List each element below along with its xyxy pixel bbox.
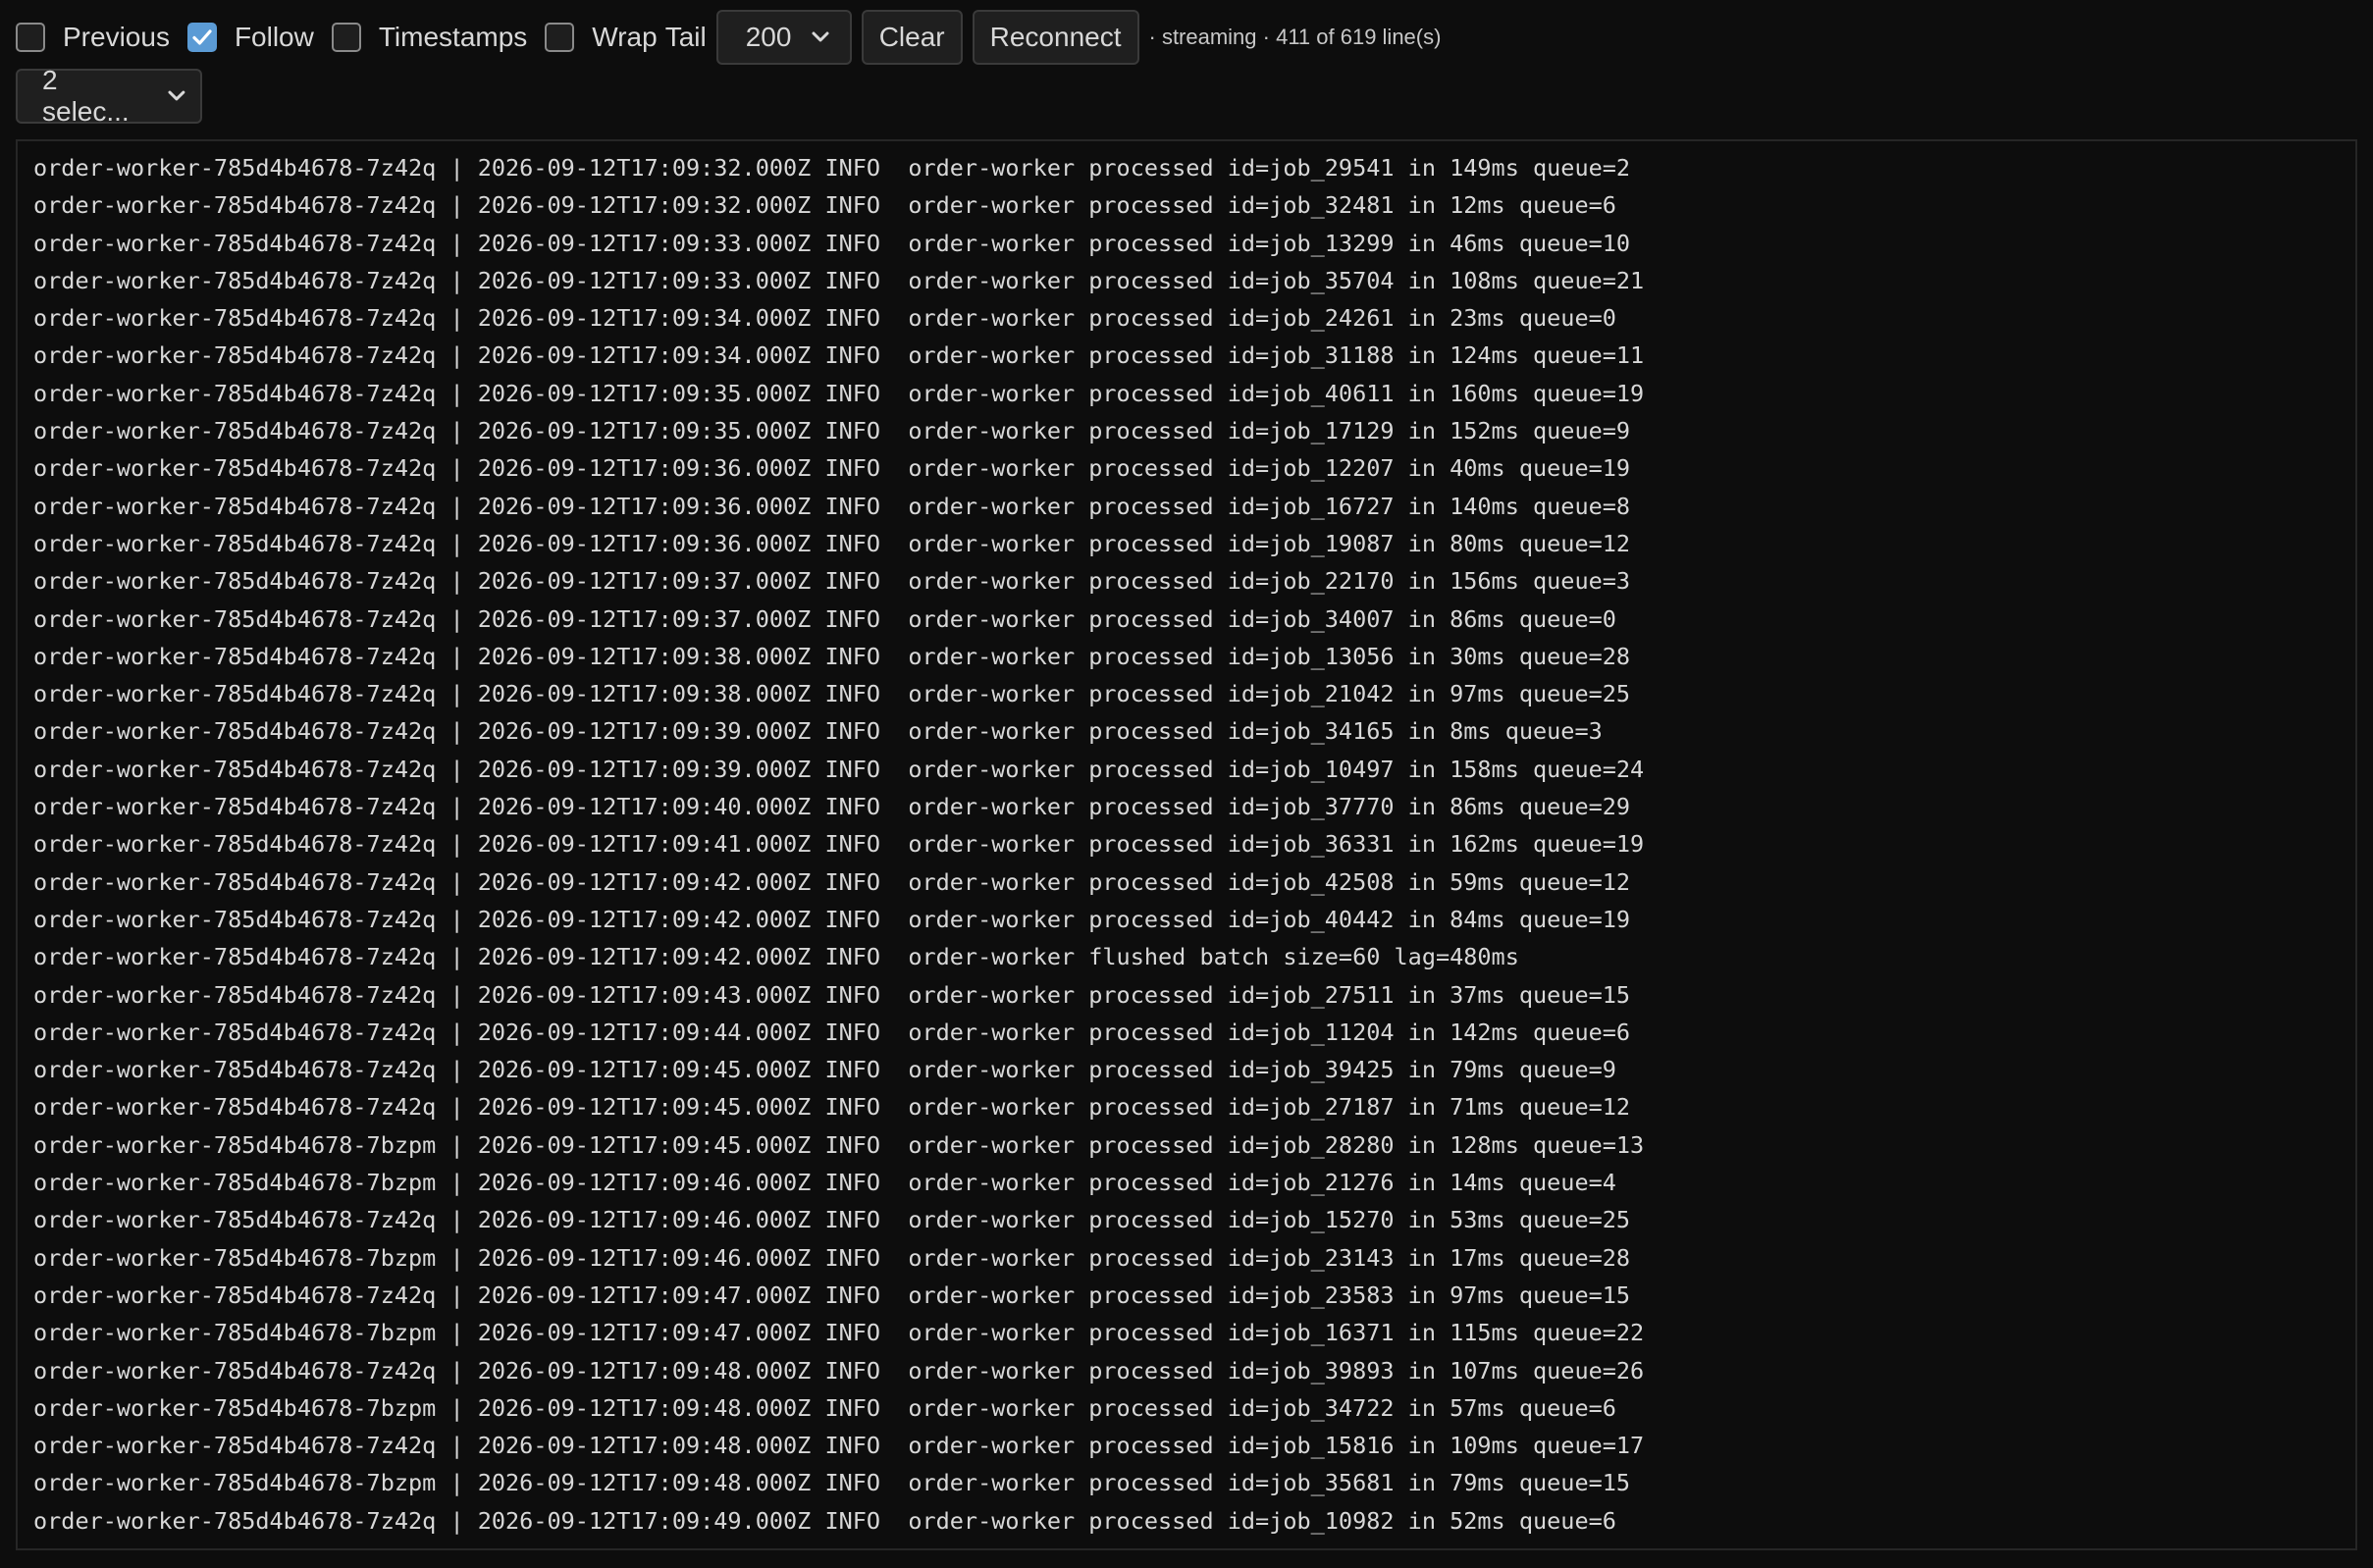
previous-label: Previous [63, 22, 170, 52]
log-toolbar: Previous Follow Timestamps Wrap Tail 200… [16, 8, 1441, 67]
wrap-label: Wrap [592, 22, 658, 52]
timestamps-checkbox[interactable] [331, 23, 361, 52]
log-line: order-worker-785d4b4678-7z42q | 2026-09-… [33, 529, 1631, 557]
log-line: order-worker-785d4b4678-7bzpm | 2026-09-… [33, 1393, 1616, 1422]
log-line: order-worker-785d4b4678-7z42q | 2026-09-… [33, 154, 1631, 182]
log-line: order-worker-785d4b4678-7z42q | 2026-09-… [33, 454, 1631, 483]
follow-label: Follow [234, 22, 314, 52]
log-line: order-worker-785d4b4678-7bzpm | 2026-09-… [33, 1319, 1645, 1347]
container-select[interactable]: 2 selec... [16, 65, 202, 127]
log-line: order-worker-785d4b4678-7z42q | 2026-09-… [33, 191, 1616, 220]
log-line: order-worker-785d4b4678-7z42q | 2026-09-… [33, 341, 1645, 370]
log-line: order-worker-785d4b4678-7z42q | 2026-09-… [33, 229, 1631, 257]
stream-status: · streaming · 411 of 619 line(s) [1148, 25, 1442, 49]
log-output[interactable]: order-worker-785d4b4678-7z42q | 2026-09-… [16, 139, 2357, 1550]
log-line: order-worker-785d4b4678-7bzpm | 2026-09-… [33, 1169, 1616, 1197]
clear-button[interactable]: Clear [861, 10, 963, 65]
log-line: order-worker-785d4b4678-7z42q | 2026-09-… [33, 793, 1631, 821]
log-line: order-worker-785d4b4678-7z42q | 2026-09-… [33, 755, 1645, 783]
tail-label: Tail [664, 22, 707, 52]
log-line: order-worker-785d4b4678-7z42q | 2026-09-… [33, 604, 1616, 633]
wrap-checkbox[interactable] [545, 23, 575, 52]
tail-lines-select[interactable]: 200 [715, 10, 852, 65]
log-line: order-worker-785d4b4678-7bzpm | 2026-09-… [33, 1469, 1631, 1497]
log-line: order-worker-785d4b4678-7z42q | 2026-09-… [33, 1281, 1631, 1309]
timestamps-label: Timestamps [378, 22, 528, 52]
log-line: order-worker-785d4b4678-7z42q | 2026-09-… [33, 980, 1631, 1009]
log-line: order-worker-785d4b4678-7z42q | 2026-09-… [33, 717, 1603, 746]
log-line: order-worker-785d4b4678-7z42q | 2026-09-… [33, 680, 1631, 708]
tail-lines-value: 200 [745, 22, 792, 52]
log-line: order-worker-785d4b4678-7z42q | 2026-09-… [33, 1356, 1645, 1385]
follow-checkbox[interactable] [186, 23, 217, 52]
log-line: order-worker-785d4b4678-7z42q | 2026-09-… [33, 567, 1631, 596]
log-line: order-worker-785d4b4678-7z42q | 2026-09-… [33, 867, 1631, 896]
log-line: order-worker-785d4b4678-7z42q | 2026-09-… [33, 830, 1645, 859]
log-line: order-worker-785d4b4678-7z42q | 2026-09-… [33, 943, 1519, 971]
log-line: order-worker-785d4b4678-7z42q | 2026-09-… [33, 379, 1645, 407]
log-line: order-worker-785d4b4678-7z42q | 2026-09-… [33, 1093, 1631, 1122]
log-line: order-worker-785d4b4678-7z42q | 2026-09-… [33, 492, 1631, 520]
log-line: order-worker-785d4b4678-7z42q | 2026-09-… [33, 1018, 1631, 1046]
log-line: order-worker-785d4b4678-7z42q | 2026-09-… [33, 905, 1631, 933]
checkmark-icon [192, 29, 212, 45]
log-line: order-worker-785d4b4678-7z42q | 2026-09-… [33, 1432, 1645, 1460]
log-line: order-worker-785d4b4678-7z42q | 2026-09-… [33, 304, 1616, 333]
log-line: order-worker-785d4b4678-7z42q | 2026-09-… [33, 642, 1631, 670]
log-line: order-worker-785d4b4678-7z42q | 2026-09-… [33, 417, 1631, 445]
chevron-down-icon [812, 31, 829, 42]
previous-checkbox[interactable] [16, 23, 45, 52]
log-line: order-worker-785d4b4678-7z42q | 2026-09-… [33, 1506, 1616, 1535]
log-line: order-worker-785d4b4678-7bzpm | 2026-09-… [33, 1130, 1645, 1159]
chevron-down-icon [168, 90, 185, 101]
log-line: order-worker-785d4b4678-7z42q | 2026-09-… [33, 1206, 1631, 1234]
log-line: order-worker-785d4b4678-7bzpm | 2026-09-… [33, 1243, 1631, 1272]
log-line: order-worker-785d4b4678-7z42q | 2026-09-… [33, 266, 1645, 294]
reconnect-button[interactable]: Reconnect [972, 10, 1139, 65]
container-select-value: 2 selec... [42, 65, 130, 127]
log-line: order-worker-785d4b4678-7z42q | 2026-09-… [33, 1056, 1616, 1084]
